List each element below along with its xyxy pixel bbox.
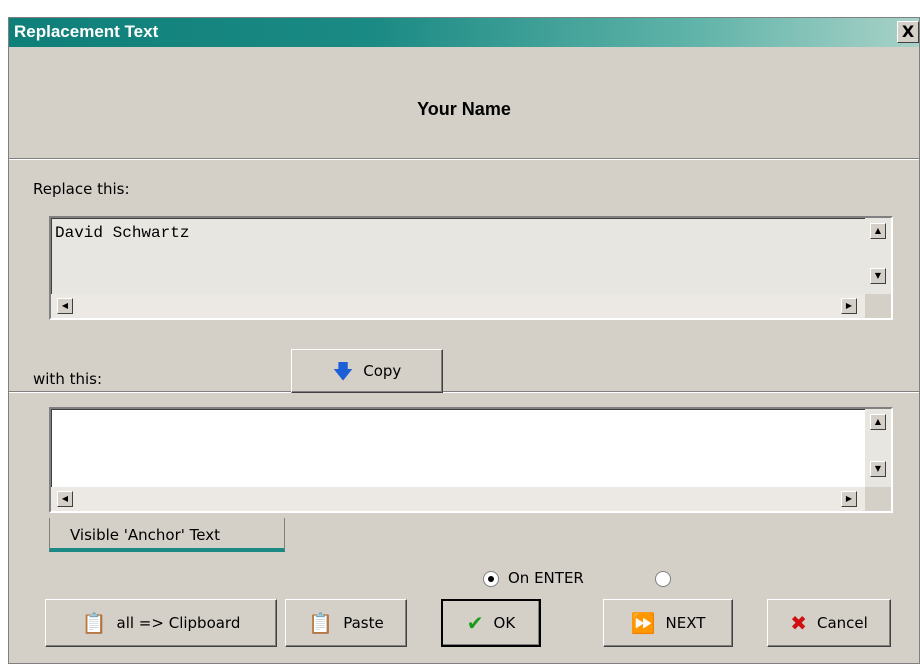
horizontal-scrollbar[interactable]: ◀ ▶ — [51, 294, 865, 318]
replacement-text-dialog: Replacement Text X Your Name Replace thi… — [8, 17, 920, 664]
all-to-clipboard-button[interactable]: 📋 all => Clipboard — [45, 599, 277, 647]
next-label: NEXT — [665, 614, 706, 632]
ok-button[interactable]: ✔ OK — [441, 599, 541, 647]
all-to-clipboard-label: all => Clipboard — [116, 614, 241, 632]
vertical-scrollbar[interactable]: ▲ ▼ — [865, 218, 891, 294]
copy-button[interactable]: 🡇 Copy — [291, 349, 443, 393]
scroll-up-icon[interactable]: ▲ — [870, 223, 886, 239]
ok-label: OK — [493, 614, 516, 632]
checkmark-icon: ✔ — [466, 611, 484, 635]
paste-label: Paste — [343, 614, 384, 632]
copy-button-label: Copy — [363, 362, 402, 380]
radio-on-enter[interactable] — [483, 571, 499, 587]
radio-selected-dot — [488, 576, 494, 582]
cancel-label: Cancel — [816, 614, 868, 632]
header-panel: Your Name — [9, 47, 919, 159]
radio-on-enter-label: On ENTER — [508, 569, 584, 587]
scroll-up-icon[interactable]: ▲ — [870, 414, 886, 430]
close-button[interactable]: X — [897, 21, 919, 43]
replace-panel: Replace this: David Schwartz ▲ ▼ ◀ ▶ wit… — [9, 162, 919, 393]
with-this-label: with this: — [33, 370, 103, 388]
replace-this-value: David Schwartz — [55, 224, 190, 242]
paste-icon: 📋 — [308, 611, 334, 635]
fast-forward-icon: ⏩ — [630, 611, 656, 635]
cancel-x-icon: ✖ — [790, 611, 807, 635]
scroll-down-icon[interactable]: ▼ — [870, 268, 886, 284]
close-icon: X — [901, 22, 915, 41]
paste-button[interactable]: 📋 Paste — [285, 599, 407, 647]
scroll-right-icon[interactable]: ▶ — [841, 298, 857, 314]
replace-this-textarea[interactable]: David Schwartz ▲ ▼ ◀ ▶ — [49, 216, 893, 320]
clipboard-copy-icon: 📋 — [81, 611, 107, 635]
scroll-down-icon[interactable]: ▼ — [870, 461, 886, 477]
replace-this-label: Replace this: — [33, 180, 130, 198]
scroll-right-icon[interactable]: ▶ — [841, 491, 857, 507]
scroll-left-icon[interactable]: ◀ — [57, 491, 73, 507]
tab-visible-anchor-text[interactable]: Visible 'Anchor' Text — [49, 518, 285, 552]
scroll-left-icon[interactable]: ◀ — [57, 298, 73, 314]
scroll-corner — [865, 294, 891, 318]
with-this-textarea[interactable]: ▲ ▼ ◀ ▶ — [49, 407, 893, 513]
title-bar[interactable]: Replacement Text X — [9, 18, 919, 47]
window-title: Replacement Text — [14, 22, 159, 41]
arrow-down-icon: 🡇 — [332, 359, 354, 383]
cancel-button[interactable]: ✖ Cancel — [767, 599, 891, 647]
scroll-corner — [865, 487, 891, 511]
field-name-title: Your Name — [417, 99, 511, 119]
next-button[interactable]: ⏩ NEXT — [603, 599, 733, 647]
radio-option-2[interactable] — [655, 571, 671, 587]
vertical-scrollbar[interactable]: ▲ ▼ — [865, 409, 891, 487]
horizontal-scrollbar[interactable]: ◀ ▶ — [51, 487, 865, 511]
